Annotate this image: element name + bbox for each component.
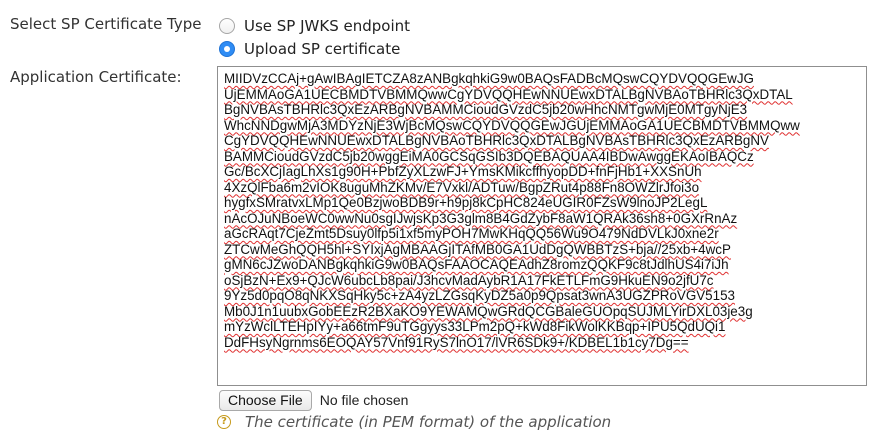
- choose-file-button[interactable]: Choose File: [219, 389, 312, 411]
- sp-certificate-form: Select SP Certificate Type Use SP JWKS e…: [0, 0, 873, 441]
- file-status-text: No file chosen: [319, 392, 409, 408]
- help-text: The certificate (in PEM format) of the a…: [245, 413, 612, 431]
- certificate-line: Mb0J1n1uubxGobEEzR2BXaKO9YEWAMQwGRdQCGBa…: [224, 303, 753, 319]
- certificate-line: MIIDVzCCAj+gAwIBAgIETCZA8zANBgkqhkiG9w0B…: [224, 71, 754, 86]
- certificate-line: BAMMCioudGVzdC5jb20wggEiMA0GCSqGSIb3DQEB…: [224, 148, 754, 164]
- certificate-line: CgYDVQQHEwNNUEwxDTALBgNVBAoTBHRlc3QxDTAL…: [224, 133, 769, 148]
- certificate-line: nAcOJuNBoeWC0wwNu0sgIJwjsKp3G3glm8B4GdZy…: [224, 210, 738, 226]
- help-hint: ? The certificate (in PEM format) of the…: [217, 411, 611, 433]
- certificate-line: ZTCwMeGhQQH5hl+SYIxjAgMBAAGjITAfMB0GA1Ud…: [224, 241, 731, 257]
- certificate-line: mYzWclLTEHpIYy+a66tmF9uTGgyys33LPm2pQ+kW…: [224, 319, 726, 334]
- certificate-line: aGcRAqt7CjeZmt5Dsuy0lfp5i1xf5myPOH7MwKHq…: [224, 226, 719, 241]
- radio-button-upload[interactable]: [219, 41, 235, 57]
- file-input[interactable]: Choose File No file chosen: [219, 389, 408, 411]
- application-certificate-label: Application Certificate:: [10, 68, 182, 86]
- certificate-line: Gc/BcXCjIagLhXs1g90H+PbfZyXLzwFJ+YmsKMik…: [224, 164, 702, 179]
- radio-label-jwks[interactable]: Use SP JWKS endpoint: [244, 17, 410, 35]
- certificate-line: 4XzQlFba6m2vIOK8uguMhZKMv/E7Vxkl/ADTuw/B…: [224, 179, 700, 195]
- certificate-type-label: Select SP Certificate Type: [10, 15, 202, 33]
- certificate-line: oSjBzN+Ex9+QJcW6ubcLb8pai/J3hcvMadAybR1A…: [224, 272, 714, 288]
- certificate-line: DdFHsyNgrnms6EOQAY57Vnf91RyS7lnO17/lVR6S…: [224, 334, 689, 350]
- certificate-line: 9Yz5d0pqO8qNKXSqHky5c+zA4yzLZGsqKyDZ5a0p…: [224, 288, 735, 303]
- radio-label-upload[interactable]: Upload SP certificate: [244, 40, 400, 58]
- radio-button-jwks[interactable]: [219, 18, 235, 34]
- question-circle-icon: ?: [217, 415, 231, 429]
- radio-option-jwks[interactable]: Use SP JWKS endpoint: [219, 15, 410, 37]
- radio-option-upload[interactable]: Upload SP certificate: [219, 38, 400, 60]
- certificate-line: UjEMMAoGA1UECBMDTVBMMQwwCgYDVQQHEwNNUEwx…: [224, 86, 793, 102]
- certificate-line: gMN6cJZwoDANBgkqhkiG9w0BAQsFAAOCAQEAdhZ8…: [224, 257, 729, 272]
- certificate-line: hygfxSMratvxLMp1Qe0BzjwoBDB9r+h9pj8kCpHC…: [224, 195, 708, 210]
- certificate-textarea[interactable]: MIIDVzCCAj+gAwIBAgIETCZA8zANBgkqhkiG9w0B…: [217, 66, 867, 386]
- certificate-line: BgNVBAsTBHRlc3QxEzARBgNVBAMMCioudGVzdC5j…: [224, 102, 748, 117]
- certificate-line: WhcNNDgwMjA3MDYzNjE3WjBcMQswCQYDVQQGEwJG…: [224, 117, 800, 133]
